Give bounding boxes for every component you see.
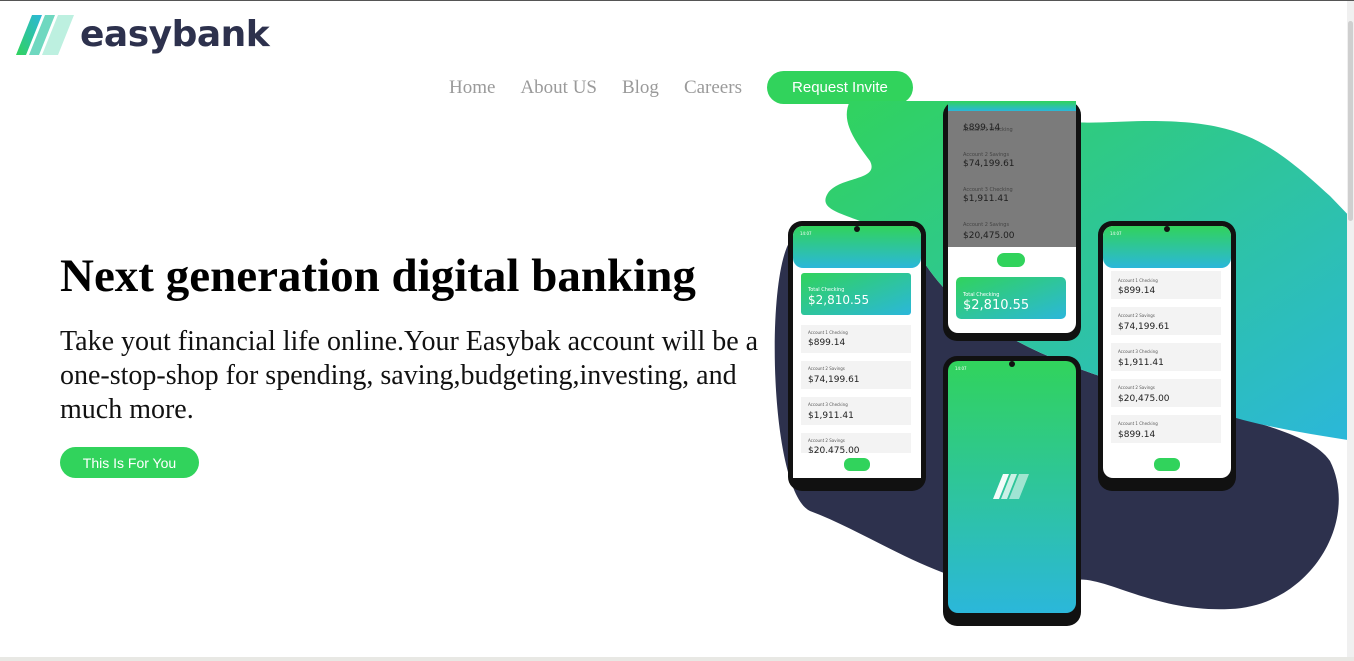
svg-text:$74,199.61: $74,199.61: [808, 375, 860, 385]
hero-description: Take yout financial life online.Your Eas…: [60, 326, 759, 425]
phone-left: 14:07 Total Checking $2,810.55 Account 1…: [788, 221, 926, 491]
svg-text:$899.14: $899.14: [1118, 430, 1155, 440]
svg-text:$1,911.41: $1,911.41: [808, 411, 854, 421]
svg-text:$899.14: $899.14: [808, 338, 845, 348]
svg-text:Account 2 Savings: Account 2 Savings: [808, 438, 845, 443]
phone-top: Account 1 Checking $899.14 Account 2 Sav…: [943, 101, 1081, 341]
logo[interactable]: easybank: [16, 14, 270, 55]
svg-text:$20,475.00: $20,475.00: [1118, 394, 1170, 404]
svg-text:Account 3 Checking: Account 3 Checking: [963, 187, 1013, 193]
svg-text:Account 2 Savings: Account 2 Savings: [1118, 313, 1155, 318]
svg-text:14:07: 14:07: [800, 231, 812, 236]
svg-text:$1,911.41: $1,911.41: [963, 194, 1009, 204]
page: easybank Home About US Blog Careers Requ…: [0, 0, 1354, 661]
svg-text:Account 3 Checking: Account 3 Checking: [1118, 349, 1158, 354]
svg-text:$899.14: $899.14: [1118, 286, 1155, 296]
svg-text:$74,199.61: $74,199.61: [963, 159, 1015, 169]
svg-text:$20,475.00: $20,475.00: [963, 231, 1015, 241]
nav-home[interactable]: Home: [449, 77, 495, 99]
svg-text:Account 1 Checking: Account 1 Checking: [1118, 421, 1158, 426]
svg-text:Account 1 Checking: Account 1 Checking: [1118, 278, 1158, 283]
hero-title: Next generation digital banking: [60, 250, 696, 302]
svg-text:$1,911.41: $1,911.41: [1118, 358, 1164, 368]
nav-careers[interactable]: Careers: [684, 77, 742, 99]
phone-bottom: 14:07: [943, 356, 1081, 626]
svg-text:Account 2 Savings: Account 2 Savings: [808, 366, 845, 371]
svg-text:Account 3 Checking: Account 3 Checking: [808, 402, 848, 407]
svg-text:Account 2 Savings: Account 2 Savings: [963, 152, 1009, 158]
phone-right: 14:07 Account 1 Checking $899.14 Account…: [1098, 221, 1236, 491]
this-is-for-you-button[interactable]: This Is For You: [60, 447, 199, 478]
svg-text:Account 2 Savings: Account 2 Savings: [963, 222, 1009, 228]
brand-name: easybank: [80, 14, 270, 55]
svg-text:$2,810.55: $2,810.55: [963, 298, 1029, 313]
svg-text:$74,199.61: $74,199.61: [1118, 322, 1170, 332]
svg-text:$899.14: $899.14: [963, 123, 1000, 133]
svg-text:$2,810.55: $2,810.55: [808, 293, 869, 307]
scrollbar-thumb[interactable]: [1348, 21, 1353, 221]
nav-about-us[interactable]: About US: [520, 77, 597, 99]
svg-text:14:07: 14:07: [1110, 231, 1122, 236]
logo-mark-icon: [16, 15, 74, 55]
nav-blog[interactable]: Blog: [622, 77, 659, 99]
bottom-strip: [0, 657, 1354, 661]
request-invite-button[interactable]: Request Invite: [766, 71, 913, 104]
scrollbar[interactable]: [1347, 1, 1354, 661]
main-nav: Home About US Blog Careers Request Invit…: [449, 71, 913, 104]
svg-text:Account 1 Checking: Account 1 Checking: [808, 330, 848, 335]
svg-text:Account 2 Savings: Account 2 Savings: [1118, 385, 1155, 390]
hero-illustration: Account 1 Checking $899.14 Account 2 Sav…: [774, 101, 1354, 626]
svg-text:14:07: 14:07: [955, 366, 967, 371]
